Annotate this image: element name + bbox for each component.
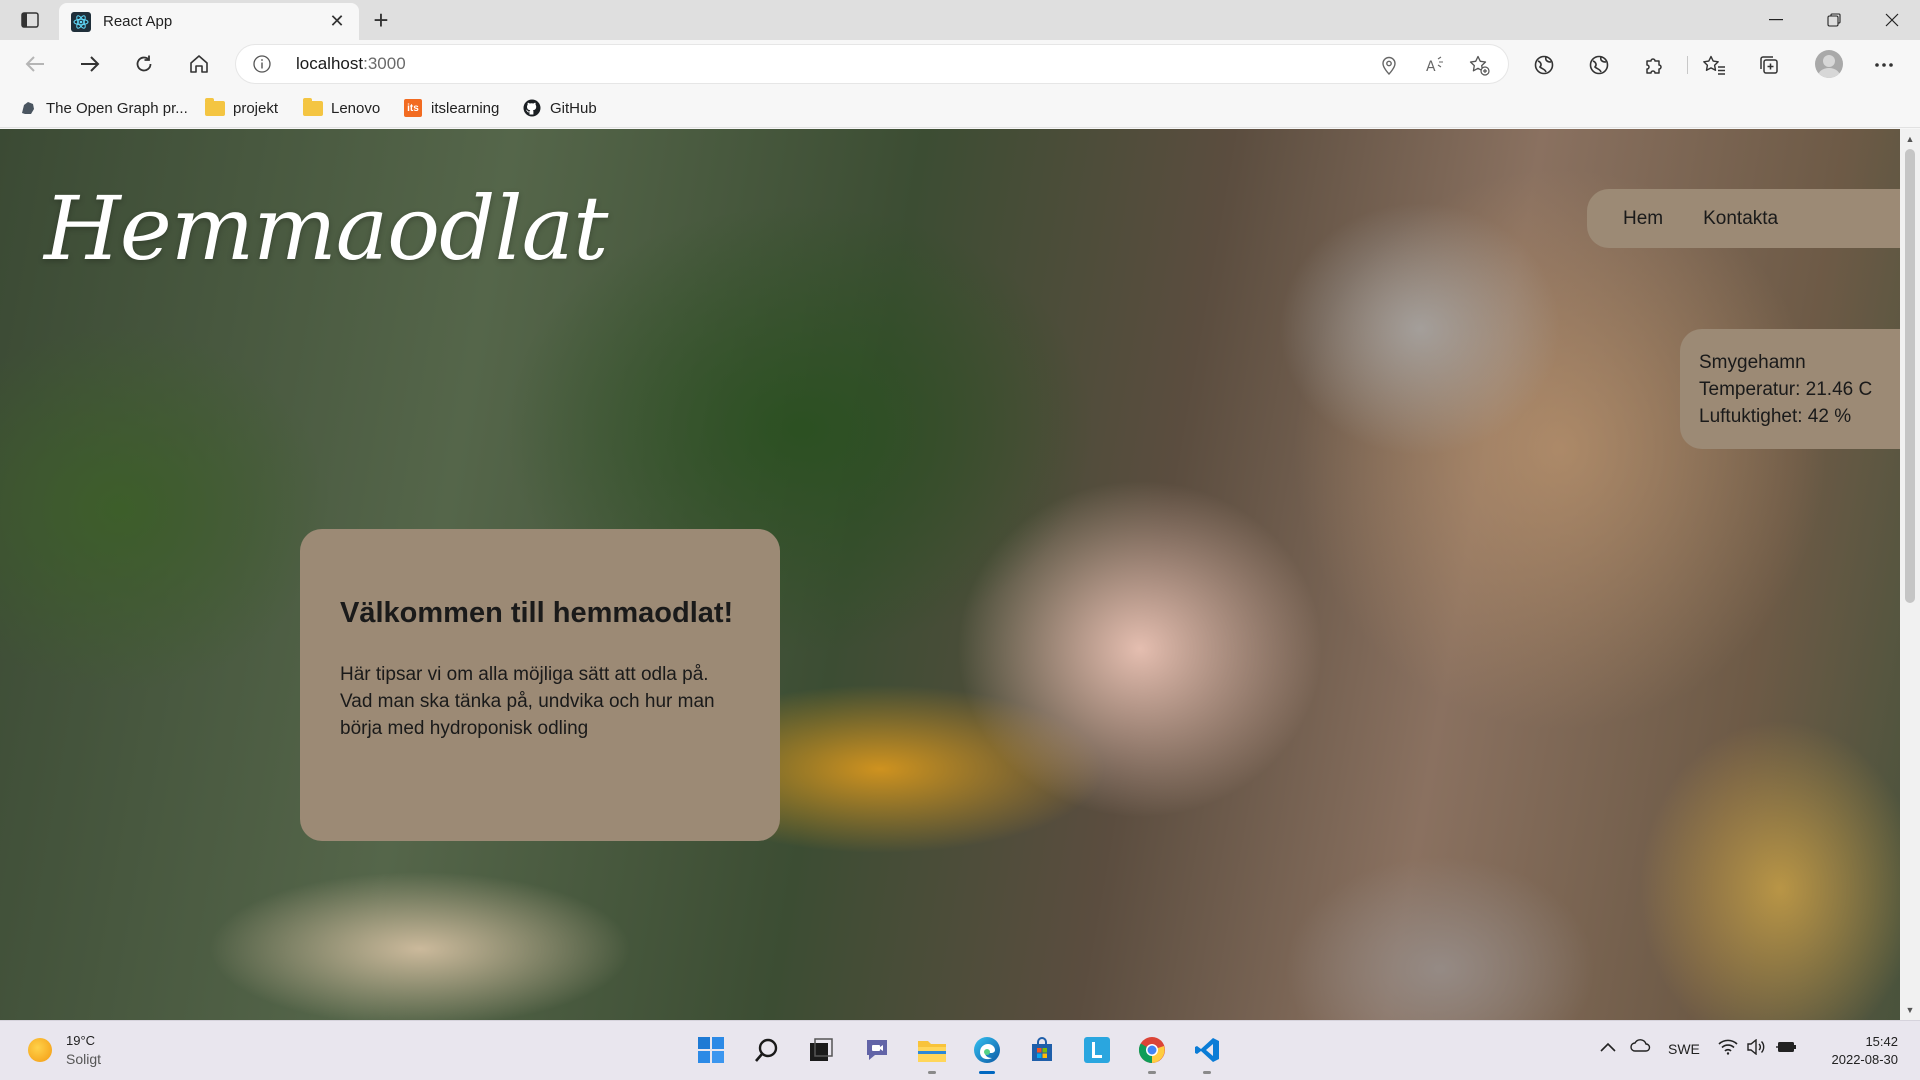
- bookmark-projekt[interactable]: projekt: [205, 97, 278, 119]
- nav-link-contact[interactable]: Kontakta: [1703, 208, 1778, 230]
- clock-date: 2022-08-30: [1831, 1052, 1899, 1067]
- restore-button[interactable]: [1806, 0, 1862, 40]
- weather-humidity: Luftuktighet: 42 %: [1699, 406, 1852, 427]
- onedrive-cloud-icon[interactable]: [1630, 1038, 1652, 1055]
- open-graph-icon: [18, 99, 38, 117]
- toolbar-divider: [1687, 56, 1688, 74]
- language-indicator[interactable]: SWE: [1668, 1041, 1700, 1057]
- show-hidden-icons-icon[interactable]: [1600, 1039, 1616, 1055]
- start-button[interactable]: [694, 1033, 728, 1067]
- weather-city: Smygehamn: [1699, 352, 1806, 373]
- address-port: :3000: [363, 54, 406, 73]
- clock-time: 15:42: [1865, 1034, 1898, 1049]
- location-icon[interactable]: [1378, 54, 1400, 76]
- vscode-icon[interactable]: [1190, 1033, 1224, 1074]
- more-menu-icon[interactable]: [1871, 52, 1897, 78]
- wifi-icon[interactable]: [1718, 1039, 1738, 1058]
- taskbar-weather-temp: 19°C: [66, 1033, 96, 1048]
- svg-text:A: A: [1426, 59, 1436, 75]
- bookmark-label: The Open Graph pr...: [46, 99, 188, 117]
- nav-link-home[interactable]: Hem: [1623, 208, 1663, 230]
- edge-browser-icon[interactable]: [970, 1033, 1004, 1074]
- bookmark-label: Lenovo: [331, 99, 381, 117]
- file-explorer-icon[interactable]: [915, 1033, 949, 1074]
- read-aloud-icon[interactable]: A: [1424, 54, 1446, 76]
- browser-toolbar: localhost:3000 A: [0, 40, 1920, 88]
- tab-actions-icon[interactable]: [14, 8, 46, 32]
- close-window-button[interactable]: [1864, 0, 1920, 40]
- volume-icon[interactable]: [1746, 1038, 1766, 1058]
- sun-icon: [28, 1038, 52, 1062]
- windows-taskbar: 19°C Soligt SWE 15:42 2022-08-30: [0, 1020, 1920, 1080]
- bookmark-itslearning[interactable]: its itslearning: [403, 97, 499, 119]
- teams-chat-icon[interactable]: [860, 1033, 894, 1067]
- profile-avatar[interactable]: [1815, 50, 1843, 78]
- address-bar[interactable]: localhost:3000 A: [236, 45, 1508, 83]
- back-button[interactable]: [17, 48, 53, 80]
- bookmark-github[interactable]: GitHub: [522, 97, 597, 119]
- taskbar-clock[interactable]: 15:42 2022-08-30: [1832, 1033, 1899, 1069]
- tab-close-icon[interactable]: ✕: [327, 11, 347, 32]
- chrome-icon[interactable]: [1135, 1033, 1169, 1074]
- forward-button[interactable]: [72, 48, 108, 80]
- site-logo[interactable]: Hemmaodlat: [44, 177, 608, 280]
- address-url[interactable]: localhost:3000: [296, 54, 406, 74]
- refresh-button[interactable]: [126, 48, 162, 80]
- page-scrollbar[interactable]: ▲ ▼: [1900, 129, 1920, 1020]
- extensions-puzzle-icon[interactable]: [1641, 52, 1667, 78]
- minimize-button[interactable]: [1748, 0, 1804, 40]
- bookmark-label: itslearning: [431, 99, 500, 117]
- page-viewport: Hemmaodlat Hem Kontakta Smygehamn Temper…: [0, 129, 1900, 1020]
- welcome-text: Här tipsar vi om alla möjliga sätt att o…: [340, 664, 715, 739]
- github-icon: [522, 99, 542, 117]
- welcome-card: Välkommen till hemmaodlat! Här tipsar vi…: [300, 529, 780, 841]
- extension-globe-icon[interactable]: [1531, 52, 1557, 78]
- add-favorite-icon[interactable]: [1468, 54, 1490, 76]
- browser-title-bar: React App ✕ +: [0, 0, 1920, 40]
- battery-icon[interactable]: [1776, 1040, 1798, 1057]
- scroll-up-arrow-icon[interactable]: ▲: [1900, 131, 1920, 147]
- scroll-thumb[interactable]: [1905, 149, 1915, 603]
- weather-temperature: Temperatur: 21.46 C: [1699, 379, 1873, 400]
- bookmark-label: projekt: [233, 99, 279, 117]
- folder-icon: [303, 97, 323, 117]
- bookmarks-bar: The Open Graph pr... projekt Lenovo its …: [0, 88, 1920, 128]
- taskbar-weather-widget[interactable]: 19°C Soligt: [28, 1032, 101, 1068]
- bookmark-label: GitHub: [550, 99, 597, 117]
- search-icon[interactable]: [750, 1033, 784, 1067]
- collections-icon[interactable]: [1756, 52, 1782, 78]
- home-button[interactable]: [181, 48, 217, 80]
- taskbar-weather-condition: Soligt: [66, 1051, 102, 1067]
- weather-card: Smygehamn Temperatur: 21.46 C Luftuktigh…: [1680, 329, 1900, 449]
- site-nav: Hem Kontakta: [1587, 189, 1900, 248]
- address-host: localhost: [296, 54, 364, 73]
- folder-icon: [205, 97, 225, 117]
- task-view-icon[interactable]: [804, 1033, 838, 1067]
- bookmark-lenovo[interactable]: Lenovo: [303, 97, 380, 119]
- tab-title: React App: [103, 13, 173, 30]
- favorites-icon[interactable]: [1701, 52, 1727, 78]
- welcome-title: Välkommen till hemmaodlat!: [340, 597, 734, 629]
- react-icon: [71, 11, 91, 32]
- lenovo-vantage-icon[interactable]: [1080, 1033, 1114, 1067]
- scroll-down-arrow-icon[interactable]: ▼: [1900, 1002, 1920, 1018]
- browser-tab[interactable]: React App ✕: [59, 3, 359, 40]
- microsoft-store-icon[interactable]: [1025, 1033, 1059, 1067]
- itslearning-icon: its: [403, 99, 423, 117]
- bookmark-open-graph[interactable]: The Open Graph pr...: [18, 97, 188, 119]
- extension-globe-icon-2[interactable]: [1586, 52, 1612, 78]
- site-info-icon[interactable]: [252, 54, 272, 74]
- new-tab-button[interactable]: +: [366, 6, 396, 36]
